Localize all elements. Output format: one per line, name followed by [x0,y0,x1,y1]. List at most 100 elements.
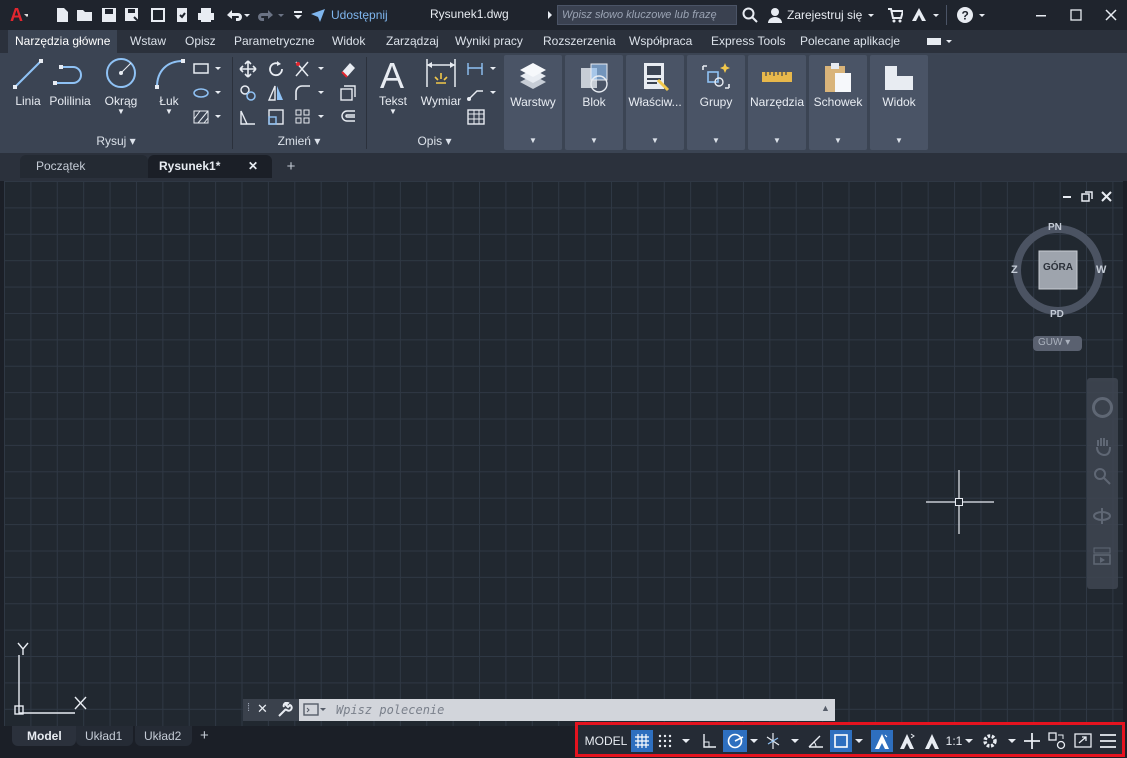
model-space-button[interactable]: MODEL [583,730,629,752]
tab-output[interactable]: Wyniki pracy [455,30,523,53]
circle-button[interactable]: Okrąg ▼ [100,55,142,116]
app-menu-button[interactable]: A [8,5,28,25]
showmotion-icon[interactable] [1092,546,1112,566]
block-panel-button[interactable]: Blok ▼ [565,55,623,150]
close-icon[interactable] [1100,4,1122,26]
move-icon[interactable] [237,59,259,79]
snap-mode-icon[interactable] [656,730,694,752]
arc-button[interactable]: Łuk ▼ [150,55,188,116]
layout-tab-model[interactable]: Model [12,726,76,746]
copy-icon[interactable] [237,83,259,103]
circle-dropdown-icon[interactable]: ▼ [100,108,142,116]
command-history-icon[interactable]: ▲ [821,703,830,713]
line-button[interactable]: Linia [8,55,48,108]
steering-wheel-icon[interactable] [1091,396,1114,419]
rectangle-icon[interactable] [192,59,224,79]
undo-icon[interactable] [222,5,252,25]
compass-north-label[interactable]: PN [1048,222,1062,233]
tab-collaborate[interactable]: Współpraca [629,30,692,53]
grip-icon[interactable]: ⁞ [247,702,250,714]
text-dropdown-icon[interactable]: ▼ [373,108,413,116]
maximize-icon[interactable] [1065,4,1087,26]
save-as-icon[interactable] [122,5,142,25]
trim-icon[interactable] [293,59,327,79]
search-expand-icon[interactable] [546,10,554,20]
workspace-gear-icon[interactable] [980,730,1018,752]
polar-tracking-icon[interactable] [723,730,747,752]
ortho-mode-icon[interactable] [698,730,720,752]
stretch-icon[interactable] [237,107,259,127]
open-web-icon[interactable] [148,5,168,25]
clean-screen-icon[interactable] [1072,730,1094,752]
tab-start[interactable]: Początek [20,155,148,178]
annotation-visibility-icon[interactable] [871,730,893,752]
viewport-restore-icon[interactable] [1081,191,1093,202]
tab-addins[interactable]: Rozszerzenia [543,30,616,53]
annotation-scale-icon[interactable] [921,730,943,752]
panel-modify-title[interactable]: Zmień ▾ [233,134,365,148]
redo-icon[interactable] [256,5,286,25]
panel-annotation-title[interactable]: Opis ▾ [367,134,502,148]
arc-dropdown-icon[interactable]: ▼ [150,108,188,116]
linear-dimension-icon[interactable] [465,59,499,79]
search-icon[interactable] [742,7,758,23]
tab-insert[interactable]: Wstaw [130,30,166,53]
tab-drawing[interactable]: Rysunek1* ✕ [148,155,272,178]
layout-tab-layout1[interactable]: Układ1 [76,726,133,746]
command-input[interactable]: Wpisz polecenie [336,703,444,717]
hatch-icon[interactable] [192,107,224,127]
customize-wrench-icon[interactable] [277,702,293,718]
text-button[interactable]: A Tekst ▼ [373,55,413,116]
tab-parametric[interactable]: Parametryczne [234,30,315,53]
explode-icon[interactable] [337,83,359,103]
offset-icon[interactable] [337,107,359,127]
sign-in-button[interactable]: Zarejestruj się [767,5,876,25]
print-icon[interactable] [196,5,216,25]
new-tab-icon[interactable]: + [281,155,301,178]
save-icon[interactable] [99,5,119,25]
layout-tab-layout2[interactable]: Układ2 [135,726,192,746]
ucs-menu-button[interactable]: GUW ▾ [1033,336,1082,351]
help-icon[interactable]: ? [956,6,988,24]
tab-express-tools[interactable]: Express Tools [711,30,785,53]
polar-tracking-dropdown-icon[interactable] [748,730,760,752]
add-layout-icon[interactable]: + [200,726,216,746]
dimension-button[interactable]: Wymiar [417,55,465,108]
rotate-icon[interactable] [265,59,287,79]
tab-annotate[interactable]: Opisz [185,30,216,53]
groups-panel-button[interactable]: Grupy ▼ [687,55,745,150]
erase-icon[interactable] [337,59,359,79]
grid-display-icon[interactable] [631,730,653,752]
viewcube-face-label[interactable]: GÓRA [1039,262,1077,273]
autodesk-app-icon[interactable] [910,7,942,23]
view-panel-button[interactable]: Widok ▼ [870,55,928,150]
compass-west-label[interactable]: Z [1011,264,1018,276]
object-snap-dropdown-icon[interactable] [853,730,865,752]
isometric-drafting-icon[interactable] [763,730,803,752]
viewport-minimize-icon[interactable] [1062,191,1072,201]
polyline-button[interactable]: Polilinia [48,55,92,108]
pan-icon[interactable] [1094,436,1112,456]
compass-south-label[interactable]: PD [1050,309,1064,320]
orbit-icon[interactable] [1092,506,1112,526]
new-file-icon[interactable] [52,5,72,25]
layers-panel-button[interactable]: Warstwy ▼ [504,55,562,150]
panel-draw-title[interactable]: Rysuj ▾ [0,134,232,148]
utilities-panel-button[interactable]: Narzędzia ▼ [748,55,806,150]
minimize-icon[interactable] [1030,4,1052,26]
tab-view[interactable]: Widok [332,30,365,53]
annotation-monitor-icon[interactable] [1021,730,1043,752]
search-input[interactable]: Wpisz słowo kluczowe lub frazę [557,5,737,25]
customization-menu-icon[interactable] [1097,730,1119,752]
object-snap-icon[interactable] [830,730,852,752]
close-command-line-icon[interactable]: ✕ [257,701,268,717]
mirror-icon[interactable] [265,83,287,103]
zoom-extents-icon[interactable] [1092,466,1112,486]
tab-home[interactable]: Narzędzia główne [8,30,118,53]
recent-commands-icon[interactable] [303,702,327,718]
close-tab-icon[interactable]: ✕ [248,155,258,178]
viewport-close-icon[interactable] [1101,191,1112,202]
isolate-objects-icon[interactable] [1046,730,1068,752]
ellipse-icon[interactable] [192,83,224,103]
scale-selector[interactable]: 1:1 [945,730,975,752]
